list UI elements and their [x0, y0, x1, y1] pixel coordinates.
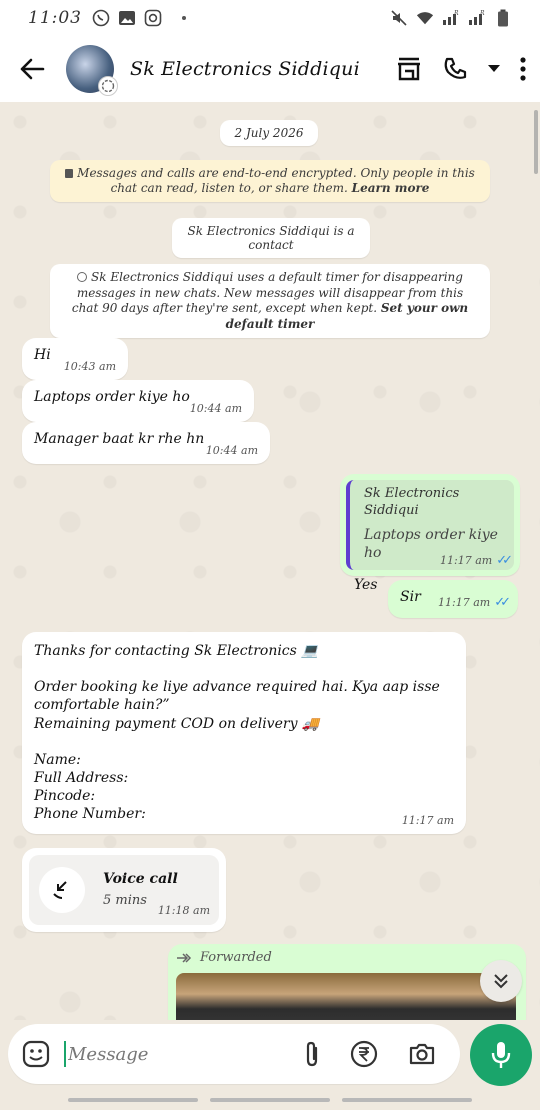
- message-input[interactable]: [64, 1041, 304, 1067]
- double-chevron-down-icon: [494, 974, 508, 989]
- mic-button[interactable]: [470, 1024, 532, 1086]
- message-time: 11:18 am: [157, 903, 210, 917]
- scroll-to-bottom-button[interactable]: [480, 960, 522, 1002]
- message-bubble[interactable]: Sir 11:17 am ✓✓: [388, 580, 518, 618]
- message-line: Full Address:: [34, 769, 129, 786]
- payment-icon[interactable]: [350, 1040, 378, 1068]
- battery-icon: [494, 9, 512, 27]
- message-text: Yes: [354, 577, 378, 594]
- nav-bar: [342, 1098, 472, 1102]
- contact-notice: Sk Electronics Siddiqui is a contact: [172, 218, 370, 258]
- message-text: Manager baat kr rhe hn: [34, 431, 205, 447]
- call-title: Voice call: [103, 871, 178, 888]
- nav-bar: [68, 1098, 198, 1102]
- attach-icon[interactable]: [304, 1040, 320, 1068]
- timer-icon: [77, 272, 88, 282]
- signal-icon: R: [442, 9, 460, 27]
- message-line: Pincode:: [34, 788, 96, 805]
- message-line: Thanks for contacting Sk Electronics 💻: [34, 643, 319, 659]
- status-time: 11:03: [28, 8, 82, 28]
- message-time: 11:17 am: [438, 596, 491, 610]
- contact-name[interactable]: Sk Electronics Siddiqui: [130, 58, 360, 80]
- message-line: Order booking ke liye advance required h…: [34, 679, 440, 714]
- chevron-down-icon[interactable]: [488, 65, 500, 73]
- message-time: 10:44 am: [189, 401, 242, 415]
- message-line: Phone Number:: [34, 806, 146, 823]
- call-icon[interactable]: [442, 56, 468, 82]
- status-bar: 11:03 R R: [0, 0, 540, 36]
- mic-icon: [491, 1042, 511, 1068]
- missed-call-icon: [39, 867, 85, 913]
- message-input-bar[interactable]: [8, 1024, 460, 1084]
- instagram-icon: [144, 9, 162, 27]
- message-time: 11:17 am: [401, 813, 454, 827]
- signal-icon: R: [468, 9, 486, 27]
- message-time: 10:44 am: [205, 443, 258, 457]
- read-receipt-icon: ✓✓: [494, 595, 511, 611]
- message-bubble[interactable]: Manager baat kr rhe hn 10:44 am: [22, 422, 270, 464]
- forward-icon: [177, 953, 192, 963]
- message-text: Hi: [34, 347, 51, 363]
- camera-icon[interactable]: [408, 1042, 436, 1066]
- chat-header: Sk Electronics Siddiqui: [0, 36, 540, 102]
- wifi-icon: [416, 9, 434, 27]
- read-receipt-icon: ✓✓: [496, 553, 513, 569]
- date-chip: 2 July 2026: [220, 120, 318, 146]
- nav-bar: [210, 1098, 330, 1102]
- store-icon[interactable]: [396, 57, 422, 81]
- svg-text:R: R: [453, 10, 459, 17]
- notification-dot: [182, 16, 186, 20]
- voice-call-bubble[interactable]: Voice call 5 mins 11:18 am: [22, 848, 226, 932]
- quoted-sender: Sk Electronics Siddiqui: [364, 486, 460, 518]
- more-options-icon[interactable]: [520, 57, 526, 81]
- avatar[interactable]: [66, 45, 118, 96]
- reply-bubble[interactable]: Sk Electronics Siddiqui Laptops order ki…: [340, 474, 520, 593]
- forwarded-label: Forwarded: [176, 950, 518, 967]
- chat-area[interactable]: 2 July 2026 Messages and calls are end-t…: [0, 102, 540, 1020]
- gallery-icon: [118, 9, 136, 27]
- message-meta: 11:17 am ✓✓: [438, 595, 511, 612]
- message-line: Name:: [34, 751, 81, 768]
- scrollbar[interactable]: [534, 110, 538, 174]
- encryption-notice[interactable]: Messages and calls are end-to-end encryp…: [50, 160, 490, 202]
- message-bubble[interactable]: Thanks for contacting Sk Electronics 💻 O…: [22, 632, 466, 834]
- lock-icon: [65, 169, 74, 178]
- forwarded-image[interactable]: [176, 972, 516, 1020]
- whatsapp-icon: [92, 9, 110, 27]
- composer: [0, 1020, 540, 1110]
- message-meta: 11:17 am ✓✓: [440, 553, 513, 570]
- message-time: 10:43 am: [63, 359, 116, 373]
- disappearing-timer-icon: [98, 76, 118, 96]
- message-time: 11:17 am: [440, 554, 493, 568]
- message-bubble[interactable]: Laptops order kiye ho 10:44 am: [22, 380, 254, 422]
- message-text: Sir: [400, 589, 421, 605]
- disappearing-timer-notice[interactable]: Sk Electronics Siddiqui uses a default t…: [50, 264, 490, 339]
- message-line: Remaining payment COD on delivery 🚚: [34, 715, 320, 732]
- forwarded-bubble[interactable]: Forwarded: [168, 944, 526, 1020]
- svg-text:R: R: [479, 10, 485, 17]
- learn-more-link[interactable]: Learn more: [352, 181, 430, 195]
- mute-icon: [390, 9, 408, 27]
- forwarded-text: Forwarded: [200, 950, 272, 965]
- back-arrow-icon[interactable]: [14, 51, 50, 87]
- message-text: Laptops order kiye ho: [34, 389, 190, 405]
- sticker-icon[interactable]: [22, 1040, 50, 1068]
- message-bubble[interactable]: Hi 10:43 am: [22, 338, 128, 380]
